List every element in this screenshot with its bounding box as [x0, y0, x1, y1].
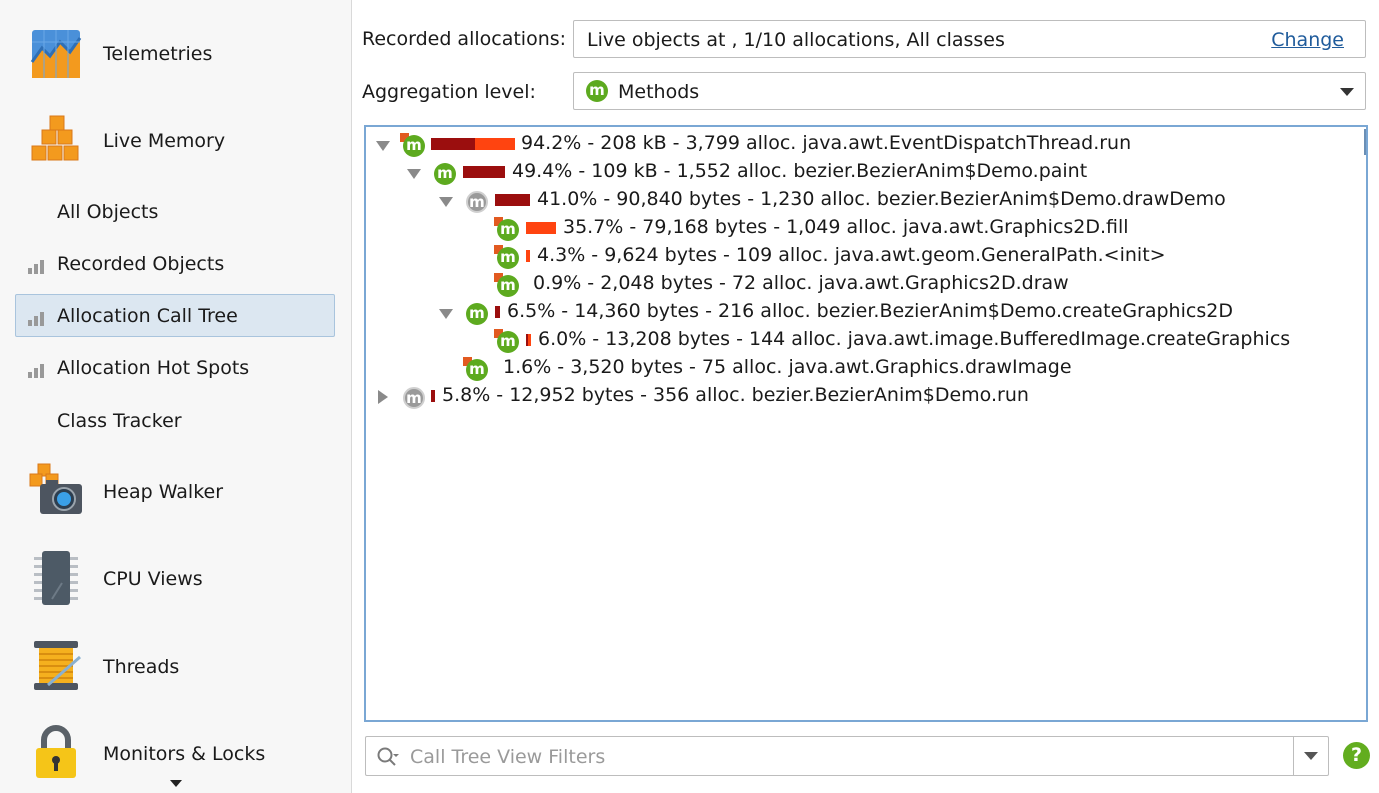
call-tree-view-filter[interactable] [365, 736, 1329, 776]
padlock-icon [36, 725, 76, 778]
filter-input[interactable] [408, 743, 1282, 771]
sidebar-item-cpu-views[interactable]: CPU Views [0, 549, 351, 609]
recorded-allocations-label: Recorded allocations: [362, 28, 567, 50]
sidebar-item-label: Recorded Objects [57, 253, 225, 275]
chevron-down-icon [1340, 88, 1354, 96]
thread-spool-icon [34, 641, 81, 690]
tree-row[interactable]: m 5.8% - 12,952 bytes - 356 alloc. bezie… [366, 382, 1356, 410]
tree-row-text: 49.4% - 109 kB - 1,552 alloc. bezier.Bez… [512, 160, 1088, 182]
tree-row-text: 0.9% - 2,048 bytes - 72 alloc. java.awt.… [533, 272, 1069, 294]
collapsed-toggle-icon[interactable] [374, 382, 390, 410]
search-icon[interactable] [376, 746, 400, 768]
sidebar-item-recorded-objects[interactable]: Recorded Objects [0, 251, 351, 281]
method-node-icon: m [431, 161, 457, 185]
tree-row-text: 4.3% - 9,624 bytes - 109 alloc. java.awt… [537, 244, 1166, 266]
sidebar-item-class-tracker[interactable]: Class Tracker [0, 408, 351, 438]
allocation-bar [526, 334, 531, 346]
aggregation-level-label: Aggregation level: [362, 81, 536, 103]
allocation-bar [431, 138, 515, 150]
sidebar-item-label: Class Tracker [57, 410, 182, 432]
recorded-allocations-field: Live objects at , 1/10 allocations, All … [573, 20, 1366, 58]
sidebar-item-label: Allocation Call Tree [57, 305, 238, 327]
tree-row-text: 35.7% - 79,168 bytes - 1,049 alloc. java… [563, 216, 1129, 238]
tree-row[interactable]: m 4.3% - 9,624 bytes - 109 alloc. java.a… [366, 242, 1356, 270]
expand-toggle-icon[interactable] [405, 158, 421, 186]
sidebar-item-threads[interactable]: Threads [0, 637, 351, 697]
method-icon: m [586, 80, 608, 102]
telemetries-icon [30, 30, 82, 78]
bar-chart-icon [28, 312, 46, 326]
allocation-bar [495, 194, 530, 206]
sidebar-item-allocation-call-tree[interactable]: Allocation Call Tree [0, 303, 351, 333]
live-memory-icon [31, 115, 79, 161]
allocation-bar [431, 390, 435, 402]
sidebar-item-live-memory[interactable]: Live Memory [0, 112, 351, 172]
main-panel: Recorded allocations: Live objects at , … [352, 0, 1379, 793]
expand-toggle-icon[interactable] [437, 186, 453, 214]
recorded-allocations-value: Live objects at , 1/10 allocations, All … [587, 29, 1005, 51]
aggregation-level-dropdown[interactable]: m Methods [573, 72, 1366, 110]
sidebar-item-label: Monitors & Locks [103, 743, 266, 765]
sidebar-item-label: Allocation Hot Spots [57, 357, 250, 379]
allocation-bar [495, 306, 500, 318]
allocation-bar [463, 166, 505, 178]
tree-row[interactable]: m 6.0% - 13,208 bytes - 144 alloc. java.… [366, 326, 1356, 354]
allocation-bar [526, 250, 530, 262]
tree-row[interactable]: m 41.0% - 90,840 bytes - 1,230 alloc. be… [366, 186, 1356, 214]
sidebar-item-all-objects[interactable]: All Objects [0, 199, 351, 229]
method-node-icon: m [400, 133, 426, 157]
sidebar-item-label: Heap Walker [103, 481, 224, 503]
tree-row[interactable]: m 6.5% - 14,360 bytes - 216 alloc. bezie… [366, 298, 1356, 326]
sidebar-item-label: All Objects [57, 201, 159, 223]
tree-row-text: 1.6% - 3,520 bytes - 75 alloc. java.awt.… [503, 356, 1072, 378]
tree-row-text: 94.2% - 208 kB - 3,799 alloc. java.awt.E… [521, 132, 1132, 154]
sidebar-item-label: Telemetries [103, 43, 213, 65]
sidebar: Telemetries Live Memory All Objects Reco… [0, 0, 352, 793]
method-node-icon: m [494, 245, 520, 269]
scroll-more-arrow-icon[interactable] [170, 780, 182, 787]
filter-history-dropdown-button[interactable] [1293, 737, 1328, 775]
allocation-bar [526, 222, 556, 234]
tree-row-text: 5.8% - 12,952 bytes - 356 alloc. bezier.… [442, 384, 1029, 406]
method-node-icon: m [494, 217, 520, 241]
method-node-icon: m [494, 273, 520, 297]
method-node-icon: m [463, 357, 489, 381]
sidebar-item-label: Live Memory [103, 130, 226, 152]
expand-toggle-icon[interactable] [437, 298, 453, 326]
sidebar-item-allocation-hot-spots[interactable]: Allocation Hot Spots [0, 355, 351, 385]
help-icon[interactable]: ? [1343, 742, 1370, 769]
heap-walker-camera-icon [29, 463, 82, 514]
method-node-icon: m [494, 329, 520, 353]
method-node-icon-gray: m [463, 189, 489, 213]
tree-row[interactable]: m 49.4% - 109 kB - 1,552 alloc. bezier.B… [366, 158, 1356, 186]
tree-row[interactable]: m 35.7% - 79,168 bytes - 1,049 alloc. ja… [366, 214, 1356, 242]
tree-row-text: 41.0% - 90,840 bytes - 1,230 alloc. bezi… [537, 188, 1226, 210]
sidebar-item-label: Threads [103, 656, 180, 678]
sidebar-item-heap-walker[interactable]: Heap Walker [0, 462, 351, 522]
expand-toggle-icon[interactable] [374, 130, 390, 158]
tree-row-text: 6.5% - 14,360 bytes - 216 alloc. bezier.… [507, 300, 1233, 322]
sidebar-item-monitors-locks[interactable]: Monitors & Locks [0, 724, 351, 784]
change-link[interactable]: Change [1271, 29, 1344, 51]
tree-row[interactable]: m 1.6% - 3,520 bytes - 75 alloc. java.aw… [366, 354, 1356, 382]
method-node-icon-gray: m [400, 385, 426, 409]
aggregation-level-value: Methods [618, 81, 700, 103]
allocation-call-tree[interactable]: m 94.2% - 208 kB - 3,799 alloc. java.awt… [364, 125, 1368, 722]
tree-row[interactable]: m 0.9% - 2,048 bytes - 72 alloc. java.aw… [366, 270, 1356, 298]
bar-chart-icon [28, 364, 46, 378]
sidebar-item-telemetries[interactable]: Telemetries [0, 26, 351, 86]
cpu-chip-icon [34, 551, 78, 605]
method-node-icon: m [463, 301, 489, 325]
sidebar-item-label: CPU Views [103, 568, 203, 590]
tree-row[interactable]: m 94.2% - 208 kB - 3,799 alloc. java.awt… [366, 130, 1356, 158]
tree-row-text: 6.0% - 13,208 bytes - 144 alloc. java.aw… [538, 328, 1291, 350]
bar-chart-icon [28, 260, 46, 274]
tree-scrollbar[interactable] [1364, 129, 1366, 155]
